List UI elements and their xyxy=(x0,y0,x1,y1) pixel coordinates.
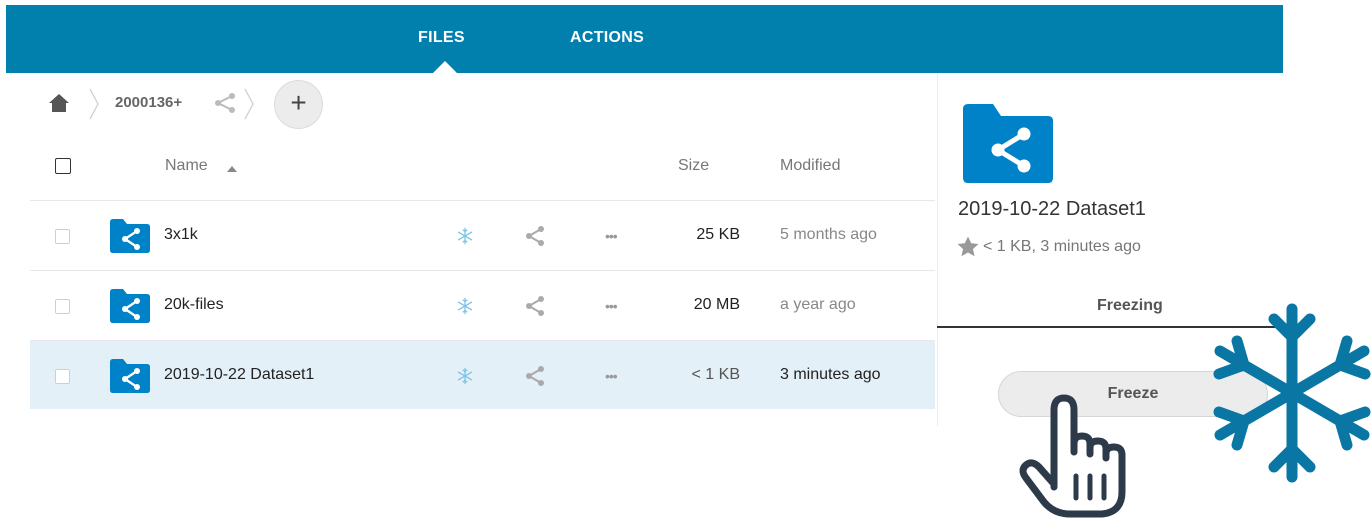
file-modified: a year ago xyxy=(780,296,856,313)
file-size: < 1 KB xyxy=(691,366,740,383)
more-options-icon[interactable]: ••• xyxy=(605,369,618,383)
column-header-modified[interactable]: Modified xyxy=(780,157,840,175)
shared-folder-icon xyxy=(963,104,1053,183)
file-modified: 5 months ago xyxy=(780,226,877,243)
column-header-name[interactable]: Name xyxy=(165,157,208,175)
share-icon[interactable] xyxy=(524,365,546,387)
tab-freezing[interactable]: Freezing xyxy=(1097,297,1163,315)
top-navigation-bar: FILES ACTIONS xyxy=(6,5,1283,74)
sidebar-title: 2019-10-22 Dataset1 xyxy=(958,198,1146,220)
more-options-icon[interactable]: ••• xyxy=(605,299,618,313)
sidebar-meta: < 1 KB, 3 minutes ago xyxy=(983,238,1141,255)
breadcrumb-current-folder[interactable]: 2000136+ xyxy=(115,94,182,111)
star-icon[interactable] xyxy=(957,236,979,257)
file-size: 25 KB xyxy=(696,226,740,243)
snowflake-icon[interactable] xyxy=(456,366,474,386)
table-row[interactable]: 2019-10-22 Dataset1 ••• < 1 KB 3 minutes… xyxy=(30,340,935,409)
share-icon[interactable] xyxy=(524,295,546,317)
breadcrumb-separator-icon xyxy=(89,88,99,120)
share-icon[interactable] xyxy=(524,225,546,247)
shared-folder-icon xyxy=(110,359,150,393)
row-checkbox[interactable] xyxy=(55,369,70,384)
hand-pointer-icon xyxy=(1019,394,1126,518)
share-icon[interactable] xyxy=(213,92,237,114)
table-row[interactable]: 20k-files ••• 20 MB a year ago xyxy=(30,270,935,339)
home-icon[interactable] xyxy=(48,92,70,114)
shared-folder-icon xyxy=(110,289,150,323)
sort-ascending-icon[interactable] xyxy=(227,166,237,172)
snowflake-icon xyxy=(1213,303,1371,483)
file-size: 20 MB xyxy=(693,296,740,313)
tab-files[interactable]: FILES xyxy=(418,29,465,47)
snowflake-icon[interactable] xyxy=(456,296,474,316)
more-options-icon[interactable]: ••• xyxy=(605,229,618,243)
add-new-button[interactable]: + xyxy=(274,80,323,129)
file-name[interactable]: 3x1k xyxy=(164,226,198,244)
row-checkbox[interactable] xyxy=(55,229,70,244)
file-name[interactable]: 20k-files xyxy=(164,296,224,314)
tab-actions[interactable]: ACTIONS xyxy=(570,29,644,47)
column-header-size[interactable]: Size xyxy=(678,157,709,175)
snowflake-icon[interactable] xyxy=(456,226,474,246)
file-modified: 3 minutes ago xyxy=(780,366,881,383)
row-checkbox[interactable] xyxy=(55,299,70,314)
select-all-checkbox[interactable] xyxy=(55,158,71,174)
shared-folder-icon xyxy=(110,219,150,253)
file-name[interactable]: 2019-10-22 Dataset1 xyxy=(164,366,314,384)
active-tab-indicator xyxy=(432,61,458,74)
table-row[interactable]: 3x1k ••• 25 KB 5 months ago xyxy=(30,200,935,269)
breadcrumb-separator-icon xyxy=(244,88,254,120)
